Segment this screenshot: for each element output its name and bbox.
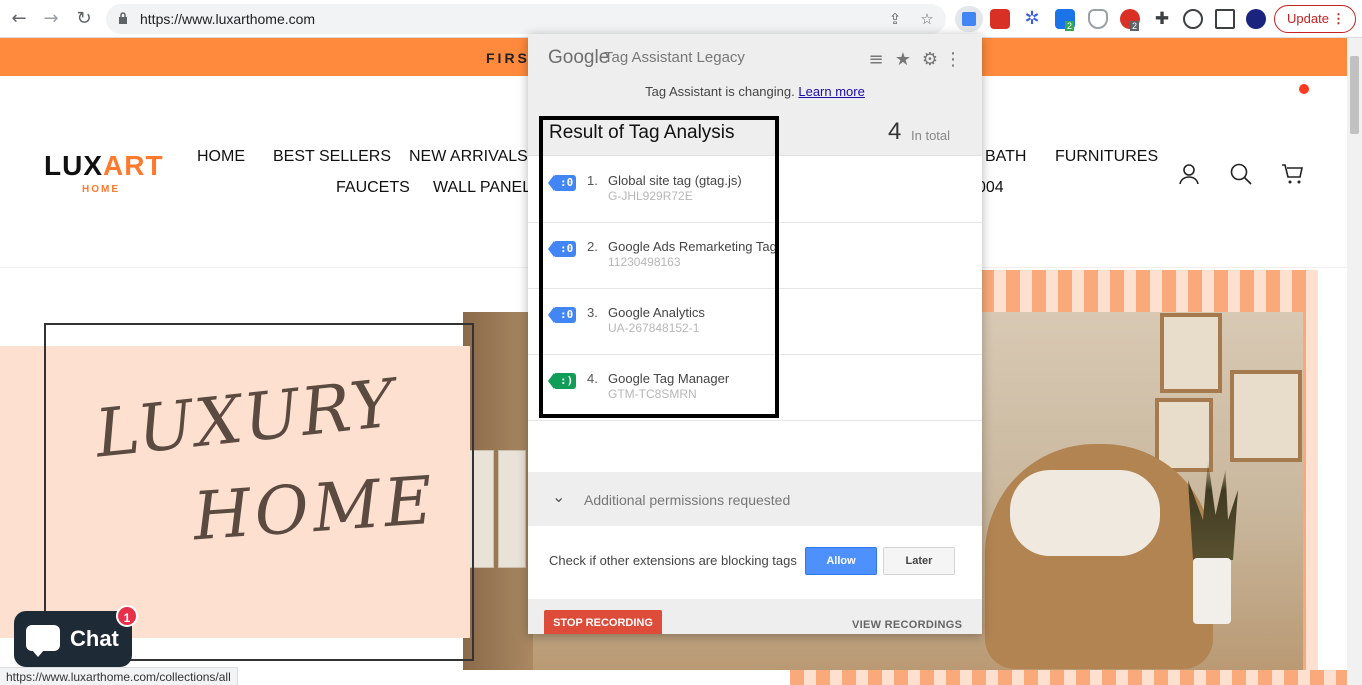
extension-badge: 2 <box>1130 21 1140 31</box>
filter-icon[interactable]: ≡ <box>866 50 886 70</box>
side-panel-icon[interactable] <box>1215 9 1235 29</box>
logo-art: ART <box>103 150 164 181</box>
bookmark-star-icon[interactable]: ☆ <box>918 10 936 28</box>
profile-avatar[interactable] <box>1246 9 1266 29</box>
puzzle-extensions-icon[interactable]: ✚ <box>1152 9 1172 29</box>
tag-assistant-popup: Google Tag Assistant Legacy ≡ ★ ⚙ ⋮ Tag … <box>528 34 982 634</box>
tag-number: 1. <box>587 173 598 188</box>
tag-name: Global site tag (gtag.js) <box>608 173 742 188</box>
menu-dots-icon[interactable]: ⋮ <box>1332 6 1345 32</box>
stop-recording-button[interactable]: STOP RECORDING <box>544 610 662 634</box>
reload-icon[interactable]: ↻ <box>73 8 95 30</box>
nav-faucets[interactable]: FAUCETS <box>336 179 410 197</box>
changing-notice: Tag Assistant is changing. Learn more <box>528 84 982 99</box>
tag-blue-icon: :0 <box>548 175 576 191</box>
back-arrow-icon[interactable]: ← <box>8 8 30 30</box>
update-button[interactable]: Update ⋮ <box>1274 5 1356 33</box>
tag-name: Google Analytics <box>608 305 705 320</box>
lock-icon <box>119 12 127 24</box>
sync-icon[interactable] <box>1183 9 1203 29</box>
forward-arrow-icon[interactable]: → <box>40 8 62 30</box>
hero-plant-pot <box>1193 558 1231 624</box>
tag-id: UA-267848152-1 <box>608 321 700 335</box>
tag-green-icon: :) <box>548 373 576 389</box>
check-blocking-text: Check if other extensions are blocking t… <box>549 553 797 568</box>
result-header: Result of Tag Analysis 4 In total <box>528 116 982 156</box>
share-icon[interactable]: ⇪ <box>886 10 904 28</box>
logo-lux: LUX <box>44 150 103 181</box>
nav-furnitures[interactable]: FURNITURES <box>1055 148 1158 166</box>
gear-extension-icon[interactable]: ✲ <box>1022 9 1042 29</box>
address-bar[interactable]: https://www.luxarthome.com ⇪ ☆ <box>106 4 946 34</box>
tag-row[interactable]: :0 1. Global site tag (gtag.js) G-JHL929… <box>528 157 982 223</box>
permissions-section[interactable]: ⌄ Additional permissions requested <box>528 472 982 526</box>
hero-picture-frame <box>1160 313 1222 393</box>
tag-id: 11230498163 <box>608 255 681 269</box>
nav-best-sellers[interactable]: BEST SELLERS <box>273 148 391 166</box>
site-logo[interactable]: LUXART HOME <box>44 150 164 195</box>
tag-number: 4. <box>587 371 598 386</box>
hero-picture-frame <box>1230 370 1302 462</box>
chat-bubble-icon <box>26 625 60 657</box>
nav-bath[interactable]: BATH <box>985 148 1026 166</box>
code-extension-icon[interactable]: 2 <box>1055 9 1075 31</box>
hero-cushion <box>1010 470 1160 556</box>
total-label: In total <box>911 128 951 143</box>
tag-id: GTM-TC8SMRN <box>608 387 697 401</box>
nav-wall-panels[interactable]: WALL PANELS <box>433 179 542 197</box>
settings-gear-icon[interactable]: ⚙ <box>920 50 940 70</box>
cart-icon[interactable] <box>1281 162 1305 186</box>
search-icon[interactable] <box>1229 162 1253 186</box>
learn-more-link[interactable]: Learn more <box>798 84 864 99</box>
google-logo: Google <box>548 47 610 68</box>
result-title: Result of Tag Analysis <box>549 122 735 143</box>
browser-toolbar: ← → ↻ https://www.luxarthome.com ⇪ ☆ ✲ 2… <box>0 0 1362 38</box>
status-bar-url: https://www.luxarthome.com/collections/a… <box>0 667 238 685</box>
url-text: https://www.luxarthome.com <box>140 11 316 27</box>
hero-stripes-bottom <box>790 670 1347 685</box>
hero-picture-frame <box>1155 398 1213 472</box>
later-button[interactable]: Later <box>883 547 955 575</box>
popup-footer: STOP RECORDING VIEW RECORDINGS <box>528 599 982 634</box>
changing-text: Tag Assistant is changing. <box>645 84 795 99</box>
tag-row[interactable]: :0 2. Google Ads Remarketing Tag 1123049… <box>528 223 982 289</box>
page-scrollbar[interactable] <box>1347 38 1362 685</box>
tag-assistant-extension-icon[interactable] <box>955 6 983 32</box>
popup-header: Google Tag Assistant Legacy ≡ ★ ⚙ ⋮ Tag … <box>528 34 982 116</box>
extension-badge: 2 <box>1065 21 1075 31</box>
video-extension-icon[interactable] <box>990 9 1010 29</box>
red-extension-icon[interactable]: 2 <box>1120 9 1140 31</box>
tag-row[interactable]: :) 4. Google Tag Manager GTM-TC8SMRN <box>528 355 982 421</box>
account-icon[interactable] <box>1177 162 1201 186</box>
tag-number: 3. <box>587 305 598 320</box>
star-icon[interactable]: ★ <box>893 50 913 70</box>
chat-unread-badge: 1 <box>116 605 138 627</box>
shield-extension-icon[interactable] <box>1088 9 1108 29</box>
tag-blue-icon: :0 <box>548 241 576 257</box>
chat-button[interactable]: Chat <box>14 611 132 667</box>
permissions-label: Additional permissions requested <box>584 492 791 508</box>
more-vert-icon[interactable]: ⋮ <box>943 50 963 70</box>
logo-home: HOME <box>82 184 120 195</box>
cart-count-dot <box>1299 84 1309 94</box>
nav-home[interactable]: HOME <box>197 148 245 166</box>
tag-name: Google Tag Manager <box>608 371 730 386</box>
chevron-down-icon[interactable]: ⌄ <box>552 487 572 507</box>
chat-label: Chat <box>70 626 119 651</box>
tag-number: 2. <box>587 239 598 254</box>
hero-binder <box>498 450 526 568</box>
tag-name: Google Ads Remarketing Tag <box>608 239 777 254</box>
total-count: 4 <box>888 118 902 145</box>
view-recordings-link[interactable]: VIEW RECORDINGS <box>852 619 962 631</box>
tag-id: G-JHL929R72E <box>608 189 693 203</box>
tag-row[interactable]: :0 3. Google Analytics UA-267848152-1 <box>528 289 982 355</box>
product-name: Tag Assistant Legacy <box>604 49 745 66</box>
scrollbar-thumb[interactable] <box>1350 56 1359 134</box>
update-label: Update <box>1287 11 1329 26</box>
nav-new-arrivals[interactable]: NEW ARRIVALS <box>409 148 528 166</box>
tag-blue-icon: :0 <box>548 307 576 323</box>
allow-button[interactable]: Allow <box>805 547 877 575</box>
